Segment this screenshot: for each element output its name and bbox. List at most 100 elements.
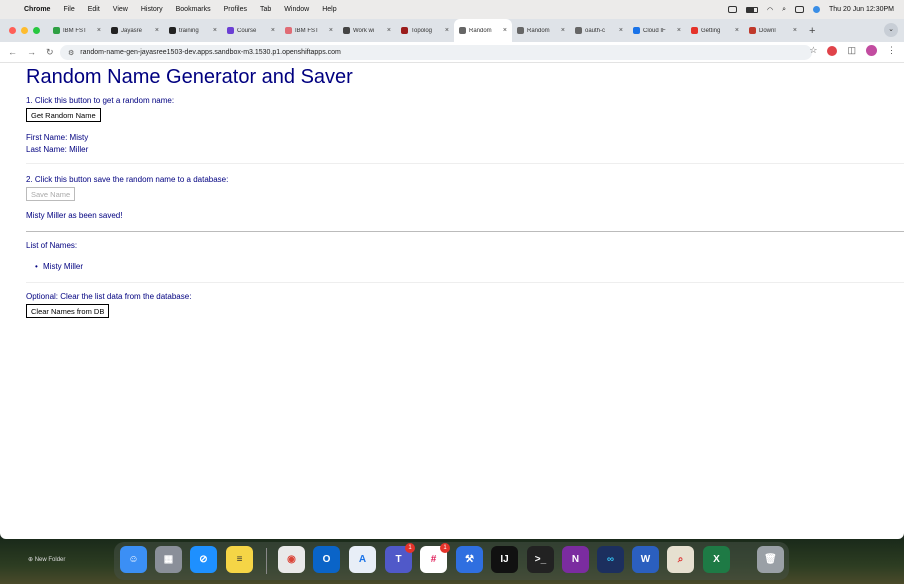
siri-icon[interactable]	[813, 6, 820, 13]
site-info-icon[interactable]: ⚙	[68, 49, 74, 57]
terminal-icon[interactable]: >_	[527, 546, 554, 573]
menu-app-name[interactable]: Chrome	[24, 6, 50, 13]
menu-view[interactable]: View	[113, 6, 128, 13]
menu-edit[interactable]: Edit	[88, 6, 100, 13]
screen-share-icon[interactable]	[727, 6, 737, 13]
tab-close-icon[interactable]: ×	[445, 27, 449, 34]
tab-close-icon[interactable]: ×	[793, 27, 797, 34]
save-name-button[interactable]: Save Name	[26, 187, 76, 201]
browser-tab[interactable]: Course ×	[222, 19, 280, 42]
browser-tab[interactable]: Jayasre ×	[106, 19, 164, 42]
browser-tab[interactable]: Random ×	[454, 19, 512, 42]
tab-close-icon[interactable]: ×	[677, 27, 681, 34]
trash-icon[interactable]: 🗑	[757, 546, 784, 573]
word-icon[interactable]: W	[632, 546, 659, 573]
finder-icon[interactable]: ☺	[120, 546, 147, 573]
extensions-puzzle-icon[interactable]: ◫	[847, 45, 856, 56]
dock-separator	[266, 548, 267, 574]
menu-bookmarks[interactable]: Bookmarks	[176, 6, 211, 13]
first-name-text: First Name: Misty	[26, 133, 89, 142]
tab-close-icon[interactable]: ×	[735, 27, 739, 34]
tab-favicon-icon	[53, 27, 60, 34]
browser-tab[interactable]: Cloud IF ×	[628, 19, 686, 42]
browser-tab[interactable]: Random ×	[512, 19, 570, 42]
tab-close-icon[interactable]: ×	[213, 27, 217, 34]
address-bar[interactable]: ⚙ random-name-gen-jayasree1503-dev.apps.…	[60, 45, 812, 60]
browser-toolbar: ← → ↻ ⚙ random-name-gen-jayasree1503-dev…	[0, 42, 904, 63]
tab-favicon-icon	[691, 27, 698, 34]
tab-close-icon[interactable]: ×	[271, 27, 275, 34]
profile-avatar[interactable]	[866, 45, 877, 56]
web-page: Random Name Generator and Saver 1. Click…	[0, 63, 904, 539]
bookmark-star-icon[interactable]: ☆	[809, 45, 817, 56]
chrome-icon[interactable]: ◉	[278, 546, 305, 573]
browser-tab[interactable]: Getting ×	[686, 19, 744, 42]
tab-search-icon[interactable]: ⌄	[884, 23, 898, 37]
app-store-icon[interactable]: A	[349, 546, 376, 573]
clear-names-button[interactable]: Clear Names from DB	[26, 304, 110, 318]
browser-tab[interactable]: Downl ×	[744, 19, 802, 42]
tab-close-icon[interactable]: ×	[561, 27, 565, 34]
tab-favicon-icon	[169, 27, 176, 34]
tab-title: Random	[527, 27, 550, 34]
menu-help[interactable]: Help	[322, 6, 336, 13]
browser-tab[interactable]: Work wi ×	[338, 19, 396, 42]
notes-icon[interactable]: ≡	[226, 546, 253, 573]
browser-tab[interactable]: IBM FST ×	[280, 19, 338, 42]
new-tab-button[interactable]: +	[802, 25, 822, 37]
reload-icon[interactable]: ↻	[46, 47, 54, 58]
step1-label: 1. Click this button to get a random nam…	[26, 96, 175, 105]
xcode-icon[interactable]: ⚒	[456, 546, 483, 573]
back-icon[interactable]: ←	[8, 47, 17, 58]
tab-title: Jayasre	[121, 27, 143, 34]
menu-profiles[interactable]: Profiles	[224, 6, 247, 13]
wifi-icon[interactable]: ◠	[767, 6, 773, 14]
menu-file[interactable]: File	[63, 6, 74, 13]
tab-title: Course	[237, 27, 257, 34]
teams-badge: 1	[405, 543, 415, 553]
close-window-icon[interactable]	[9, 27, 16, 34]
menu-window[interactable]: Window	[284, 6, 309, 13]
tab-close-icon[interactable]: ×	[155, 27, 159, 34]
get-random-name-button[interactable]: Get Random Name	[26, 108, 101, 122]
outlook-icon[interactable]: O	[313, 546, 340, 573]
tab-strip: IBM FST × Jayasre × training × Course × IBM FST ×…	[0, 19, 904, 42]
forward-icon[interactable]: →	[27, 47, 36, 58]
menu-history[interactable]: History	[141, 6, 163, 13]
tab-close-icon[interactable]: ×	[97, 27, 101, 34]
address-text[interactable]: random-name-gen-jayasree1503-dev.apps.sa…	[80, 49, 341, 56]
tab-title: training	[179, 27, 199, 34]
window-controls	[0, 27, 48, 34]
tab-favicon-icon	[633, 27, 640, 34]
onenote-icon[interactable]: N	[562, 546, 589, 573]
browser-tab[interactable]: oauth-c ×	[570, 19, 628, 42]
minimize-window-icon[interactable]	[21, 27, 28, 34]
intellij-icon[interactable]: IJ	[491, 546, 518, 573]
extension-icon[interactable]	[827, 45, 838, 56]
tab-close-icon[interactable]: ×	[387, 27, 391, 34]
tab-close-icon[interactable]: ×	[619, 27, 623, 34]
webex-icon[interactable]: ∞	[597, 546, 624, 573]
list-item: Misty Miller	[43, 262, 83, 271]
tab-list: IBM FST × Jayasre × training × Course × IBM FST ×…	[48, 19, 802, 42]
battery-icon[interactable]	[745, 6, 758, 13]
control-center-icon[interactable]	[795, 6, 804, 13]
excel-icon[interactable]: X	[703, 546, 730, 573]
tab-title: Downl	[759, 27, 776, 34]
launchpad-icon[interactable]: ▦	[155, 546, 182, 573]
menu-bar: Chrome File Edit View History Bookmarks …	[0, 0, 904, 19]
browser-tab[interactable]: IBM FST ×	[48, 19, 106, 42]
browser-tab[interactable]: Topolog ×	[396, 19, 454, 42]
menu-clock[interactable]: Thu 20 Jun 12:30PM	[829, 6, 894, 13]
zoom-window-icon[interactable]	[33, 27, 40, 34]
tab-close-icon[interactable]: ×	[503, 27, 507, 34]
menu-tab[interactable]: Tab	[260, 6, 271, 13]
tab-title: oauth-c	[585, 27, 606, 34]
chrome-menu-icon[interactable]: ⋮	[887, 45, 896, 56]
tab-close-icon[interactable]: ×	[329, 27, 333, 34]
spotlight-search-icon[interactable]: ⌕	[782, 6, 786, 14]
desktop-new-folder[interactable]: ⊕ New Folder	[28, 556, 65, 563]
browser-tab[interactable]: training ×	[164, 19, 222, 42]
preview-icon[interactable]: ⌕	[667, 546, 694, 573]
safari-icon[interactable]: ⊘	[190, 546, 217, 573]
